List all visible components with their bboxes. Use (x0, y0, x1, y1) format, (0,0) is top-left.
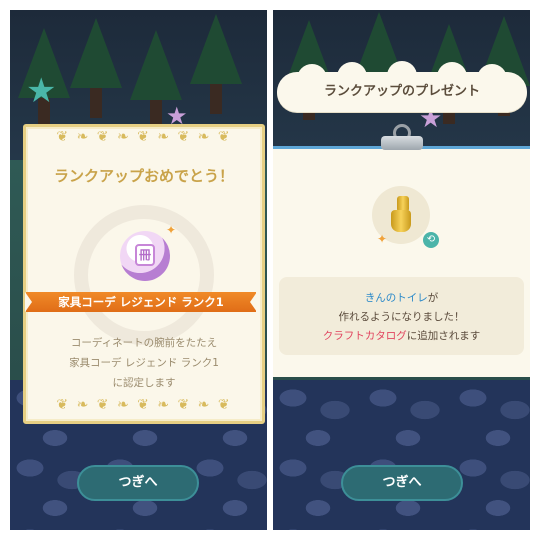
next-button[interactable]: つぎへ (77, 465, 199, 501)
reward-line-3: クラフトカタログに追加されます (279, 327, 524, 346)
medal-glyph: 冊 (135, 244, 155, 266)
paper-clip-icon (381, 124, 423, 152)
stone-path (273, 380, 530, 530)
toilet-bowl (391, 210, 411, 232)
present-title: ランクアップのプレゼント (323, 84, 480, 99)
line-suffix: が (427, 292, 439, 304)
tree (130, 30, 182, 130)
reward-line-2: 作れるようになりました！ (338, 311, 465, 323)
description-line: 家具コーデ レジェンド ランク1 (69, 357, 219, 369)
clip-body (381, 136, 423, 150)
furniture-medal-icon: 冊 (120, 231, 170, 281)
title-cloud-banner: ランクアップのプレゼント (277, 61, 527, 112)
sparkle-icon: ✦ (166, 223, 177, 237)
tree (70, 18, 122, 118)
rank-up-title: ランクアップおめでとう！ (53, 167, 234, 185)
tree (190, 14, 242, 114)
description-line: に認定します (112, 377, 176, 389)
reward-info-box: きんのトイレが 作れるようになりました！ クラフトカタログに追加されます (279, 277, 524, 355)
golden-toilet-icon (391, 196, 411, 234)
rank-label-ribbon: 家具コーデ レジェンド ランク1 (25, 292, 257, 312)
reward-line-1: きんのトイレが (279, 289, 524, 308)
link-icon: ⟲ (423, 232, 439, 248)
rank-up-panel: ★ ★ ❦ ❧ ❦ ❧ ❦ ❧ ❦ ❧ ❦ ランクアップおめでとう！ 冊 ✦ 家… (10, 10, 267, 530)
vine-ornament: ❦ ❧ ❦ ❧ ❦ ❧ ❦ ❧ ❦ (56, 397, 232, 413)
line-suffix: に追加されます (406, 330, 481, 342)
next-button[interactable]: つぎへ (341, 465, 463, 501)
sparkle-icon: ✦ (377, 232, 388, 246)
reward-message: きんのトイレが 作れるようになりました！ クラフトカタログに追加されます (279, 289, 524, 346)
rank-description: コーディネートの腕前をたたえ 家具コーデ レジェンド ランク1 に認定します (26, 333, 262, 393)
star-icon: ★ (26, 71, 57, 111)
item-name: きんのトイレ (364, 292, 428, 304)
rank-up-card: ❦ ❧ ❦ ❧ ❦ ❧ ❦ ❧ ❦ ランクアップおめでとう！ 冊 ✦ 家具コーデ… (23, 124, 265, 424)
rank-up-present-panel: ★ ランクアップのプレゼント ✦ ⟲ きんのトイレが 作れるようになりました！ … (273, 10, 530, 530)
catalog-name: クラフトカタログ (322, 330, 407, 342)
vine-ornament: ❦ ❧ ❦ ❧ ❦ ❧ ❦ ❧ ❦ (56, 129, 232, 145)
description-line: コーディネートの腕前をたたえ (70, 337, 218, 349)
